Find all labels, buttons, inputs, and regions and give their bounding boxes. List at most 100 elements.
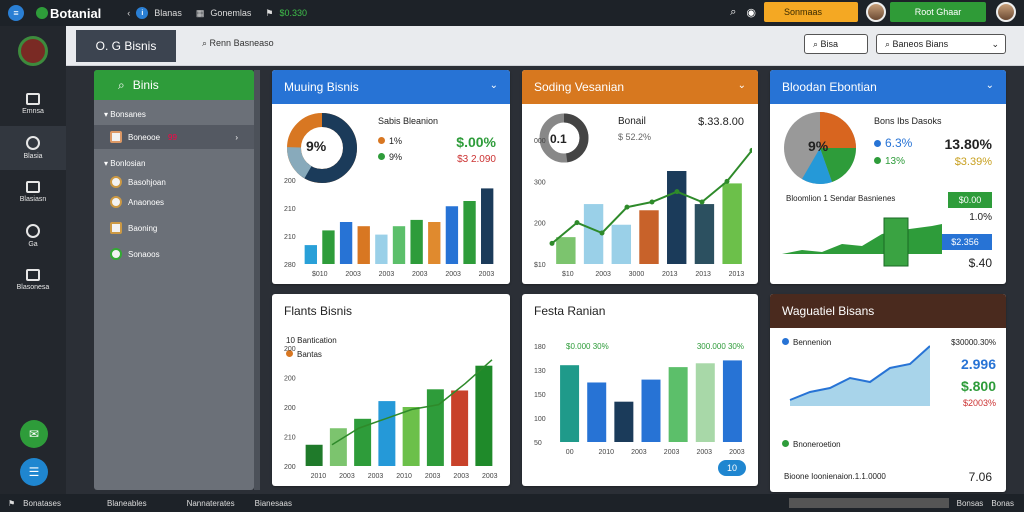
filter-row-selected[interactable]: Boneooe 99 › (94, 125, 254, 149)
bar (667, 171, 687, 264)
card-footer: Bioone Ioonienaion.1.1.0000 (784, 472, 886, 481)
status-1[interactable]: Blaneables (107, 499, 147, 508)
status-0[interactable]: Bonatases (23, 499, 61, 508)
x-tick-label: 2003 (368, 473, 384, 480)
settings-fab[interactable]: ☰ (20, 458, 48, 486)
legend-2: Bnoneroetion (782, 440, 841, 449)
row-icon (110, 248, 122, 260)
avatar-small[interactable] (866, 2, 886, 22)
avatar[interactable] (996, 2, 1016, 22)
y-tick-label: 210 (284, 435, 296, 442)
bar (375, 234, 388, 264)
combo-chart-2: 000 300 200 $10 $10 2003 3000 2013 2013 2013 (534, 138, 752, 278)
trend-point (574, 220, 580, 226)
value-primary: 13.80% (944, 136, 992, 152)
check-icon (26, 136, 40, 150)
bell-icon[interactable]: ◉ (746, 6, 756, 19)
bar (392, 226, 406, 264)
value-primary: $.00% (456, 134, 496, 150)
chevron-down-icon[interactable]: ⌄ (738, 80, 746, 91)
card-title: Festa Ranian (534, 304, 606, 318)
footer-value: 7.06 (968, 470, 992, 484)
sidebar-item-2[interactable]: Blasiasn (0, 170, 66, 214)
badge-pill[interactable]: 10 (718, 460, 746, 476)
nav-item-0[interactable]: Blanas (154, 8, 182, 18)
donut-label: 9% (306, 138, 327, 154)
filter-button[interactable]: ⌕ Bisa (804, 34, 868, 54)
row-badge: 99 (168, 132, 177, 142)
x-tick-label: 2010 (396, 473, 412, 480)
status-3[interactable]: Bianesaas (255, 499, 292, 508)
trend-point (599, 230, 605, 236)
y-tick-label: 200 (284, 376, 296, 383)
status-5[interactable]: Bonas (991, 499, 1014, 508)
x-tick-label: 2003 (696, 449, 712, 456)
y-tick-label: 200 (284, 178, 296, 185)
badge-green[interactable]: $0.00 (948, 192, 992, 208)
chevron-right-icon: › (235, 132, 238, 142)
bar (463, 201, 476, 264)
filter-row-2[interactable]: Baoning (94, 208, 254, 234)
status-4[interactable]: Bonsas (957, 499, 984, 508)
filter-section-1[interactable]: ▾ Bonsanes (94, 100, 254, 119)
pie-label: 9% (808, 138, 829, 154)
filter-section-2[interactable]: ▾ Bonlosian (94, 149, 254, 168)
value-3: $.800 (960, 378, 996, 394)
chevron-down-icon[interactable]: ⌄ (986, 80, 994, 91)
x-tick-label: 2003 (479, 271, 495, 278)
green-button[interactable]: Root Ghaar (890, 2, 986, 22)
y-tick-label: 180 (534, 344, 546, 351)
bar (329, 428, 347, 466)
x-tick-label: 2003 (453, 473, 469, 480)
search-icon[interactable]: ⌕ (730, 6, 736, 19)
bar (305, 444, 323, 466)
x-tick-label: $010 (312, 271, 328, 278)
brand-name: Botanial (50, 5, 102, 21)
tab-dashboard[interactable]: O. G Bisnis (76, 30, 176, 62)
filter-row-1[interactable]: Anaonoes (94, 188, 254, 208)
card-header: Muuing Bisnis ⌄ (272, 70, 510, 104)
bottom-bar: ⚑ Bonatases Blaneables Nannaterates Bian… (0, 494, 1024, 512)
chat-fab[interactable]: ✉ (20, 420, 48, 448)
trend-point (674, 189, 680, 195)
sidebar-item-3[interactable]: Ga (0, 214, 66, 258)
bar (339, 222, 353, 264)
chevron-left-icon[interactable]: ‹ (127, 8, 130, 18)
value-4: $.40 (968, 256, 992, 270)
y-tick-label: 200 (284, 464, 296, 471)
badge-blue[interactable]: $2.356 (938, 234, 992, 250)
bar (722, 183, 742, 264)
gear-icon (26, 224, 40, 238)
y-tick-label: 200 (284, 405, 296, 412)
menu-icon[interactable]: ≡ (8, 5, 24, 21)
bar (668, 367, 688, 442)
sidebar-item-0[interactable]: Emnsa (0, 82, 66, 126)
sidebar-item-4[interactable]: Blasonesa (0, 258, 66, 302)
x-tick-label: 2010 (311, 473, 327, 480)
chevron-down-icon[interactable]: ⌄ (490, 80, 498, 91)
nav-item-1[interactable]: Gonemlas (210, 8, 251, 18)
yellow-button[interactable]: Sonmaas (764, 2, 858, 22)
x-tick-label: 2010 (598, 449, 614, 456)
status-2[interactable]: Nannaterates (187, 499, 235, 508)
logo (18, 36, 48, 66)
x-tick-label: 2003 (595, 271, 611, 278)
card-flants: Flants Bisnis 10 Bantication Bantas 200 2… (272, 294, 510, 486)
trend-point (649, 199, 655, 205)
search-label[interactable]: ⌕ Renn Basneaso (202, 38, 274, 49)
bar (475, 365, 493, 466)
y-tick-label: 280 (284, 262, 296, 269)
x-tick-label: 2003 (729, 449, 745, 456)
brand[interactable]: ≡ Botanial (8, 5, 101, 21)
area-chart-3 (782, 217, 942, 267)
x-tick-label: 2003 (631, 449, 647, 456)
dropdown-button[interactable]: ⌕ Baneos Bians ⌄ (876, 34, 1006, 54)
x-tick-label: 2013 (729, 271, 745, 278)
scrollbar[interactable] (254, 70, 260, 490)
chart-icon (26, 181, 40, 193)
nav-item-2[interactable]: $0.330 (279, 8, 307, 18)
sidebar-item-1[interactable]: Blasia (0, 126, 66, 170)
filter-row-0[interactable]: Basohjoan (94, 168, 254, 188)
filter-row-3[interactable]: Sonaoos (94, 234, 254, 260)
y-tick-label: 000 (534, 138, 546, 145)
